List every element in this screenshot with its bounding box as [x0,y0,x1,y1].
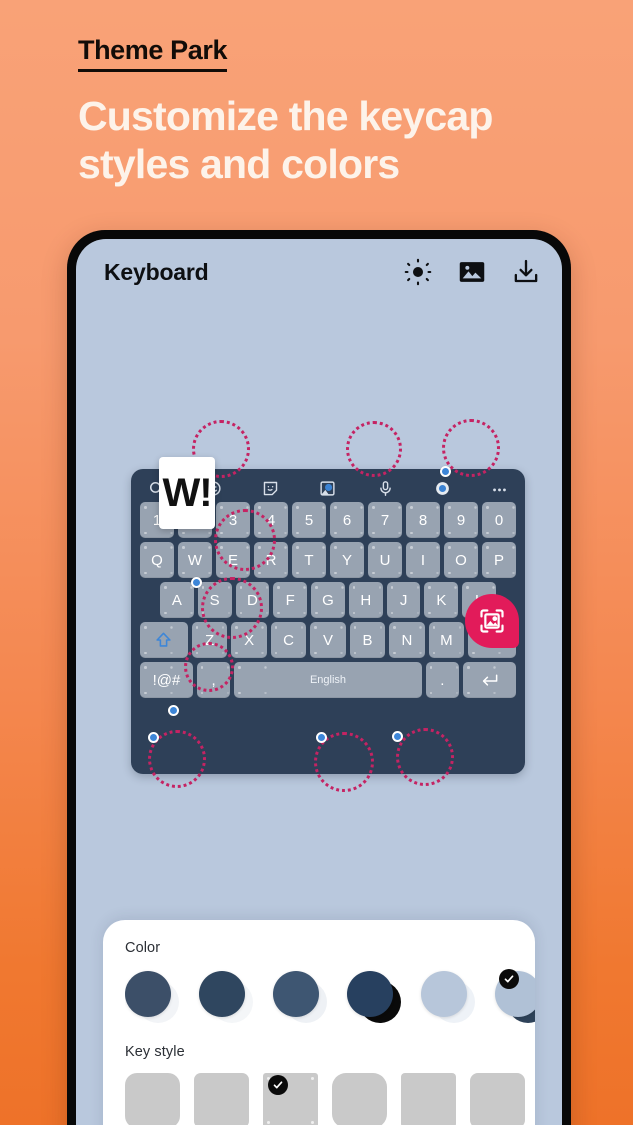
corner-dot [311,1121,314,1124]
sticker-icon[interactable] [262,480,279,497]
settings-dot-icon[interactable] [434,480,451,497]
key[interactable]: N [389,622,425,658]
key[interactable]: T [292,542,326,578]
key[interactable]: X [231,622,267,658]
key[interactable]: V [310,622,346,658]
key[interactable]: K [424,582,459,618]
swatch-front [273,971,319,1017]
key[interactable]: Q [140,542,174,578]
promo-title: Customize the keycap styles and colors [78,92,493,188]
key[interactable]: O [444,542,478,578]
color-swatch[interactable] [347,969,401,1023]
key[interactable]: A [160,582,194,618]
color-swatch[interactable] [125,969,179,1023]
key[interactable]: Y [330,542,364,578]
corner-dot [267,1121,270,1124]
key-style-section-label: Key style [125,1044,185,1060]
key[interactable]: 5 [292,502,326,538]
keyboard-row-bottom: Z X C V B N M [138,622,518,658]
keycap-preview-card[interactable]: W! [159,457,215,529]
phone-frame: Keyboard 1 3 4 5 6 7 8 9 0 Q W E R T Y U… [67,230,571,1125]
theme-icon[interactable] [319,480,336,497]
settings-sheet: Color Key style [103,920,535,1125]
corner-dot [311,1077,314,1080]
keyboard-row-space: !@# , English . [138,662,518,698]
swatch-front [199,971,245,1017]
color-swatch-selected[interactable] [495,969,535,1023]
selection-handle[interactable] [168,705,179,716]
key[interactable]: G [311,582,345,618]
comma-key[interactable]: , [196,662,231,698]
enter-key[interactable] [463,662,516,698]
key[interactable]: 6 [330,502,364,538]
key[interactable]: 0 [482,502,516,538]
key[interactable]: 3 [216,502,250,538]
app-bar-actions [404,258,540,286]
key[interactable]: H [348,582,383,618]
key[interactable]: C [270,622,307,658]
key[interactable]: S [197,582,232,618]
color-swatch-row [125,969,535,1023]
key[interactable]: F [273,582,308,618]
key-style-tile[interactable] [194,1073,249,1125]
key[interactable]: J [386,582,421,618]
color-swatch[interactable] [273,969,327,1023]
period-key[interactable]: . [425,662,460,698]
key[interactable]: P [482,542,516,578]
page-title: Keyboard [104,258,209,285]
key[interactable]: E [216,542,250,578]
swatch-front [125,971,171,1017]
microphone-icon[interactable] [377,480,394,497]
key[interactable]: 8 [406,502,440,538]
symbols-key[interactable]: !@# [140,662,193,698]
shift-icon [155,630,172,650]
key[interactable]: B [349,622,386,658]
selection-handle[interactable] [148,732,159,743]
image-insert-bubble[interactable] [465,594,519,648]
image-icon[interactable] [458,258,486,286]
key-style-row [125,1073,535,1125]
key-style-tile[interactable] [125,1073,180,1125]
color-section-label: Color [125,940,161,956]
shift-key[interactable] [140,622,188,658]
app-bar: Keyboard [76,239,562,305]
key[interactable]: W [178,542,212,578]
keyboard-row-top: Q W E R T Y U I O P [138,542,518,578]
check-icon [499,969,519,989]
check-icon [268,1075,288,1095]
color-swatch[interactable] [199,969,253,1023]
key[interactable]: Z [191,622,228,658]
key[interactable]: I [406,542,440,578]
key[interactable]: R [254,542,288,578]
key[interactable]: U [368,542,402,578]
promo-eyebrow: Theme Park [78,35,227,72]
brightness-icon[interactable] [404,258,432,286]
download-icon[interactable] [512,258,540,286]
swatch-front [347,971,393,1017]
key[interactable]: 9 [444,502,478,538]
selection-handle[interactable] [440,466,451,477]
key-style-tile[interactable] [470,1073,525,1125]
more-icon[interactable] [491,480,508,497]
key-style-tile-selected[interactable] [263,1073,318,1125]
swatch-front [421,971,467,1017]
key-style-tile[interactable] [401,1073,456,1125]
key[interactable]: M [428,622,465,658]
key[interactable]: 4 [254,502,288,538]
phone-screen: Keyboard 1 3 4 5 6 7 8 9 0 Q W E R T Y U… [76,239,562,1125]
selection-handle[interactable] [191,577,202,588]
key-style-tile[interactable] [332,1073,387,1125]
color-swatch[interactable] [421,969,475,1023]
promo-header: Theme Park Customize the keycap styles a… [78,35,598,188]
enter-icon [480,671,499,690]
selection-handle[interactable] [316,732,327,743]
image-frame-icon [478,607,506,635]
selection-handle[interactable] [392,731,403,742]
key[interactable]: 7 [368,502,402,538]
key[interactable]: D [235,582,270,618]
space-key[interactable]: English [234,662,422,698]
